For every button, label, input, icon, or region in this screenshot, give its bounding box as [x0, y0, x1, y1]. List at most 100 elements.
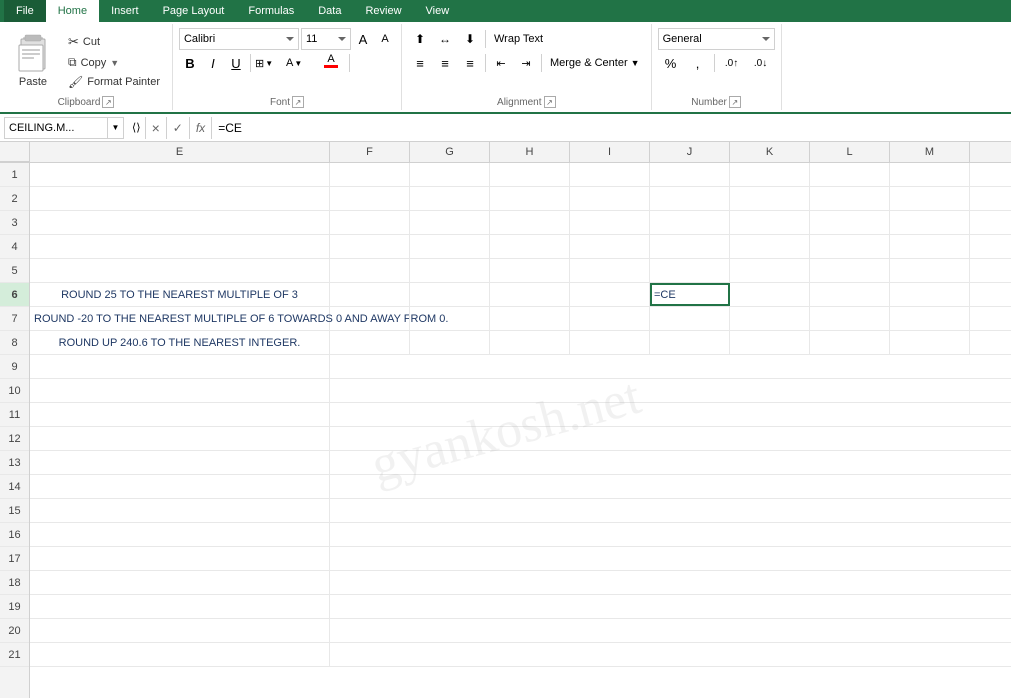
cell-i3[interactable] — [570, 211, 650, 234]
cell-f2[interactable] — [330, 187, 410, 210]
align-bottom-button[interactable]: ⬇ — [458, 28, 482, 50]
formula-bar-expand[interactable]: ⟨⟩ — [128, 117, 146, 139]
row-num-7[interactable]: 7 — [0, 307, 29, 331]
fill-color-button[interactable]: A▼ — [285, 52, 315, 74]
cell-k2[interactable] — [730, 187, 810, 210]
row-num-21[interactable]: 21 — [0, 643, 29, 667]
cell-e1[interactable] — [30, 163, 330, 186]
number-format-select[interactable]: General Number Currency Percentage Text — [658, 28, 775, 50]
copy-dropdown-icon[interactable]: ▼ — [110, 58, 119, 68]
cell-e3[interactable] — [30, 211, 330, 234]
cell-j7[interactable] — [650, 307, 730, 330]
col-header-G[interactable]: G — [410, 142, 490, 162]
cell-h2[interactable] — [490, 187, 570, 210]
align-top-button[interactable]: ⬆ — [408, 28, 432, 50]
font-name-select[interactable]: Calibri — [179, 28, 299, 50]
italic-button[interactable]: I — [202, 52, 224, 74]
cell-j8[interactable] — [650, 331, 730, 354]
cell-f4[interactable] — [330, 235, 410, 258]
cell-e16[interactable] — [30, 523, 330, 547]
cell-m7[interactable] — [890, 307, 970, 330]
cell-f3[interactable] — [330, 211, 410, 234]
cell-e7[interactable]: ROUND -20 TO THE NEAREST MULTIPLE OF 6 T… — [30, 307, 330, 330]
font-color-button[interactable]: A — [316, 52, 346, 74]
col-header-E[interactable]: E — [30, 142, 330, 162]
tab-home[interactable]: Home — [46, 0, 99, 22]
cell-g2[interactable] — [410, 187, 490, 210]
cell-e14[interactable] — [30, 475, 330, 499]
cell-g7[interactable] — [410, 307, 490, 330]
cell-h3[interactable] — [490, 211, 570, 234]
cell-m2[interactable] — [890, 187, 970, 210]
comma-button[interactable]: , — [685, 52, 711, 74]
decrease-font-button[interactable]: A — [375, 28, 395, 50]
row-num-19[interactable]: 19 — [0, 595, 29, 619]
col-header-M[interactable]: M — [890, 142, 970, 162]
number-expand-icon[interactable]: ↗ — [729, 96, 741, 108]
cell-e11[interactable] — [30, 403, 330, 427]
cell-k6[interactable] — [730, 283, 810, 306]
cell-e5[interactable] — [30, 259, 330, 282]
cell-g6[interactable] — [410, 283, 490, 306]
tab-insert[interactable]: Insert — [99, 0, 151, 22]
row-num-11[interactable]: 11 — [0, 403, 29, 427]
cell-k5[interactable] — [730, 259, 810, 282]
font-size-select[interactable]: 11 — [301, 28, 351, 50]
cell-f5[interactable] — [330, 259, 410, 282]
cell-i7[interactable] — [570, 307, 650, 330]
tab-review[interactable]: Review — [353, 0, 413, 22]
cell-e10[interactable] — [30, 379, 330, 403]
paste-button[interactable]: Paste — [8, 28, 58, 90]
cell-e15[interactable] — [30, 499, 330, 523]
cell-f7[interactable] — [330, 307, 410, 330]
corner-cell[interactable] — [0, 142, 30, 162]
cell-m4[interactable] — [890, 235, 970, 258]
name-box[interactable]: CEILING.M... — [5, 122, 107, 134]
format-painter-button[interactable]: 🖌 Format Painter — [64, 73, 164, 91]
col-header-F[interactable]: F — [330, 142, 410, 162]
row-num-18[interactable]: 18 — [0, 571, 29, 595]
cell-e12[interactable] — [30, 427, 330, 451]
row-num-4[interactable]: 4 — [0, 235, 29, 259]
merge-center-button[interactable]: Merge & Center ▼ — [545, 54, 645, 72]
wrap-text-button[interactable]: Wrap Text — [489, 30, 548, 48]
cell-g5[interactable] — [410, 259, 490, 282]
formula-input[interactable]: =CE — [212, 117, 1011, 139]
font-expand-icon[interactable]: ↗ — [292, 96, 304, 108]
row-num-9[interactable]: 9 — [0, 355, 29, 379]
copy-button[interactable]: ⧉ Copy ▼ — [64, 53, 164, 72]
tab-page-layout[interactable]: Page Layout — [151, 0, 237, 22]
decrease-decimal-button[interactable]: .0↓ — [747, 52, 775, 74]
cell-j5[interactable] — [650, 259, 730, 282]
align-center-button[interactable]: ≡ — [433, 52, 457, 74]
cell-f8[interactable] — [330, 331, 410, 354]
cell-i4[interactable] — [570, 235, 650, 258]
cell-e13[interactable] — [30, 451, 330, 475]
row-num-5[interactable]: 5 — [0, 259, 29, 283]
tab-data[interactable]: Data — [306, 0, 353, 22]
cell-g4[interactable] — [410, 235, 490, 258]
cell-j3[interactable] — [650, 211, 730, 234]
clipboard-expand-icon[interactable]: ↗ — [102, 96, 114, 108]
underline-button[interactable]: U — [225, 52, 247, 74]
cell-g8[interactable] — [410, 331, 490, 354]
cell-e6[interactable]: ROUND 25 TO THE NEAREST MULTIPLE OF 3 — [30, 283, 330, 306]
cell-i6[interactable] — [570, 283, 650, 306]
cell-j4[interactable] — [650, 235, 730, 258]
indent-decrease-button[interactable]: ⇤ — [489, 52, 513, 74]
cell-k8[interactable] — [730, 331, 810, 354]
cell-l3[interactable] — [810, 211, 890, 234]
col-header-K[interactable]: K — [730, 142, 810, 162]
cell-h6[interactable] — [490, 283, 570, 306]
row-num-1[interactable]: 1 — [0, 163, 29, 187]
cell-m3[interactable] — [890, 211, 970, 234]
col-header-I[interactable]: I — [570, 142, 650, 162]
cell-e21[interactable] — [30, 643, 330, 667]
cell-i8[interactable] — [570, 331, 650, 354]
cell-e9[interactable] — [30, 355, 330, 379]
cell-h4[interactable] — [490, 235, 570, 258]
row-num-12[interactable]: 12 — [0, 427, 29, 451]
cell-e8[interactable]: ROUND UP 240.6 TO THE NEAREST INTEGER. — [30, 331, 330, 354]
cell-h7[interactable] — [490, 307, 570, 330]
cell-l7[interactable] — [810, 307, 890, 330]
